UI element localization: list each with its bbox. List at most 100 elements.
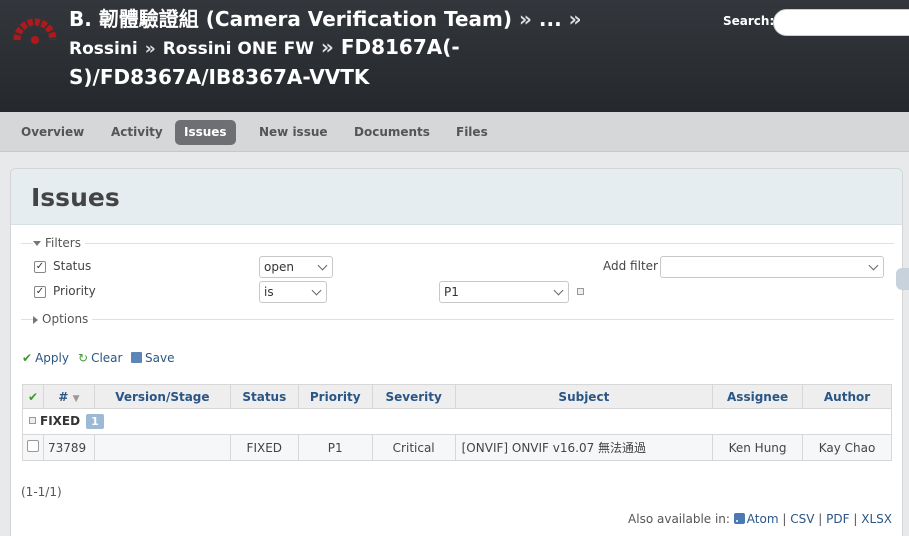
priority-filter-checkbox[interactable]: ✓ bbox=[34, 286, 46, 298]
redmine-logo-icon bbox=[13, 18, 57, 44]
tab-new-issue[interactable]: New issue bbox=[250, 120, 337, 145]
options-legend[interactable]: Options bbox=[33, 312, 93, 326]
breadcrumb-separator: » bbox=[568, 7, 582, 31]
column-header-priority[interactable]: Priority bbox=[297, 384, 373, 409]
breadcrumb-separator: » bbox=[320, 35, 334, 59]
group-name: FIXED bbox=[40, 414, 81, 428]
options-divider bbox=[21, 319, 894, 320]
toggle-multi-select-icon[interactable] bbox=[577, 288, 584, 295]
options-legend-label: Options bbox=[42, 312, 89, 326]
add-filter-select[interactable] bbox=[660, 256, 884, 278]
collapse-group-icon[interactable] bbox=[29, 417, 36, 424]
column-header-assignee[interactable]: Assignee bbox=[712, 384, 804, 409]
save-label: Save bbox=[145, 351, 175, 365]
page-title: Issues bbox=[31, 183, 120, 212]
project-title: B. 韌體驗證組 (Camera Verification Team) » ..… bbox=[69, 5, 689, 91]
checkmark-icon: ✔ bbox=[27, 389, 39, 404]
column-header-status[interactable]: Status bbox=[229, 384, 299, 409]
tab-documents[interactable]: Documents bbox=[345, 120, 439, 145]
breadcrumb-separator: » bbox=[144, 39, 156, 59]
chevron-down-icon bbox=[311, 285, 322, 296]
add-filter-label: Add filter bbox=[603, 259, 658, 273]
formats-separator: | bbox=[782, 512, 787, 526]
column-header-author[interactable]: Author bbox=[802, 384, 892, 409]
filters-legend[interactable]: Filters bbox=[33, 236, 85, 250]
pdf-link[interactable]: PDF bbox=[826, 512, 849, 526]
current-project-name: FD8167A(- bbox=[340, 35, 460, 59]
group-row: FIXED 1 bbox=[22, 408, 892, 435]
table-row[interactable]: 73789 FIXED P1 Critical [ONVIF] ONVIF v1… bbox=[22, 434, 892, 461]
breadcrumb-rossini[interactable]: Rossini bbox=[69, 39, 138, 59]
clear-button[interactable]: ↻ Clear bbox=[78, 351, 122, 365]
issue-priority: P1 bbox=[297, 434, 373, 461]
pagination-info: (1-1/1) bbox=[21, 485, 62, 499]
search-input[interactable] bbox=[773, 9, 909, 36]
column-header-subject[interactable]: Subject bbox=[454, 384, 714, 409]
issue-subject-link[interactable]: [ONVIF] ONVIF v16.07 無法通過 bbox=[454, 434, 714, 461]
issue-assignee[interactable]: Ken Hung bbox=[712, 434, 804, 461]
xlsx-link[interactable]: XLSX bbox=[861, 512, 892, 526]
content-panel: Issues Filters ✓ Status open ✓ Priority … bbox=[10, 168, 903, 536]
rss-feed-icon bbox=[733, 513, 745, 524]
status-filter-label: Status bbox=[53, 259, 92, 273]
priority-operator-select[interactable]: is bbox=[259, 281, 327, 303]
current-project-name-cont: S)/FD8367A/IB8367A-VVTK bbox=[69, 65, 370, 89]
save-button[interactable]: Save bbox=[131, 351, 174, 365]
status-filter-checkbox[interactable]: ✓ bbox=[34, 261, 46, 273]
apply-label: Apply bbox=[35, 351, 69, 365]
column-header-severity[interactable]: Severity bbox=[371, 384, 456, 409]
tab-activity[interactable]: Activity bbox=[102, 120, 172, 145]
chevron-down-icon bbox=[317, 260, 328, 271]
issue-author[interactable]: Kay Chao bbox=[802, 434, 892, 461]
issue-severity: Critical bbox=[371, 434, 456, 461]
breadcrumb-ellipsis[interactable]: ... bbox=[539, 7, 562, 31]
priority-value-select[interactable]: P1 bbox=[439, 281, 569, 303]
checkmark-icon: ✔ bbox=[22, 351, 33, 365]
issues-table: ✔ # ▼ Version/Stage Status Priority Seve… bbox=[22, 384, 892, 461]
sort-desc-icon: ▼ bbox=[72, 393, 80, 404]
atom-link[interactable]: Atom bbox=[747, 512, 779, 526]
clear-label: Clear bbox=[91, 351, 123, 365]
filters-divider bbox=[21, 243, 894, 244]
formats-separator: | bbox=[853, 512, 858, 526]
priority-operator-value: is bbox=[264, 285, 274, 299]
chevron-down-icon bbox=[868, 260, 879, 271]
group-count-badge: 1 bbox=[86, 414, 104, 429]
priority-value: P1 bbox=[444, 285, 459, 299]
breadcrumb-rossini-one-fw[interactable]: Rossini ONE FW bbox=[163, 39, 314, 59]
row-select-cell bbox=[22, 434, 44, 461]
csv-link[interactable]: CSV bbox=[790, 512, 814, 526]
column-header-id-label: # bbox=[58, 389, 69, 404]
tab-files[interactable]: Files bbox=[447, 120, 497, 145]
issue-status: FIXED bbox=[229, 434, 299, 461]
table-header-row: ✔ # ▼ Version/Stage Status Priority Seve… bbox=[22, 384, 892, 409]
row-checkbox[interactable] bbox=[26, 440, 39, 452]
expand-arrow-icon bbox=[33, 315, 38, 324]
chevron-down-icon bbox=[553, 285, 564, 296]
issue-version bbox=[93, 434, 231, 461]
tab-issues[interactable]: Issues bbox=[175, 120, 236, 145]
status-operator-select[interactable]: open bbox=[259, 256, 333, 278]
title-line1: B. 韌體驗證組 (Camera Verification Team) bbox=[69, 7, 513, 31]
priority-filter-label: Priority bbox=[53, 284, 96, 298]
collapse-arrow-icon bbox=[33, 241, 41, 246]
breadcrumb-separator: » bbox=[519, 7, 532, 31]
filters-legend-label: Filters bbox=[45, 236, 81, 250]
reload-icon: ↻ bbox=[78, 351, 89, 365]
formats-label: Also available in: bbox=[628, 512, 730, 526]
save-disk-icon bbox=[131, 352, 142, 363]
issue-id-link[interactable]: 73789 bbox=[42, 434, 95, 461]
column-header-version[interactable]: Version/Stage bbox=[93, 384, 231, 409]
content-header: Issues bbox=[11, 169, 902, 225]
column-header-id[interactable]: # ▼ bbox=[42, 384, 95, 409]
apply-button[interactable]: ✔ Apply bbox=[22, 351, 69, 365]
top-header: B. 韌體驗證組 (Camera Verification Team) » ..… bbox=[0, 0, 909, 112]
select-all-toggle[interactable]: ✔ bbox=[22, 384, 44, 409]
formats-separator: | bbox=[818, 512, 823, 526]
other-formats: Also available in: Atom | CSV | PDF | XL… bbox=[628, 512, 892, 526]
status-operator-value: open bbox=[264, 260, 294, 274]
main-menu: Overview Activity Issues New issue Docum… bbox=[0, 112, 909, 152]
tab-overview[interactable]: Overview bbox=[12, 120, 93, 145]
sidebar-toggle-button[interactable] bbox=[896, 268, 909, 290]
search-label: Search: bbox=[723, 14, 775, 28]
